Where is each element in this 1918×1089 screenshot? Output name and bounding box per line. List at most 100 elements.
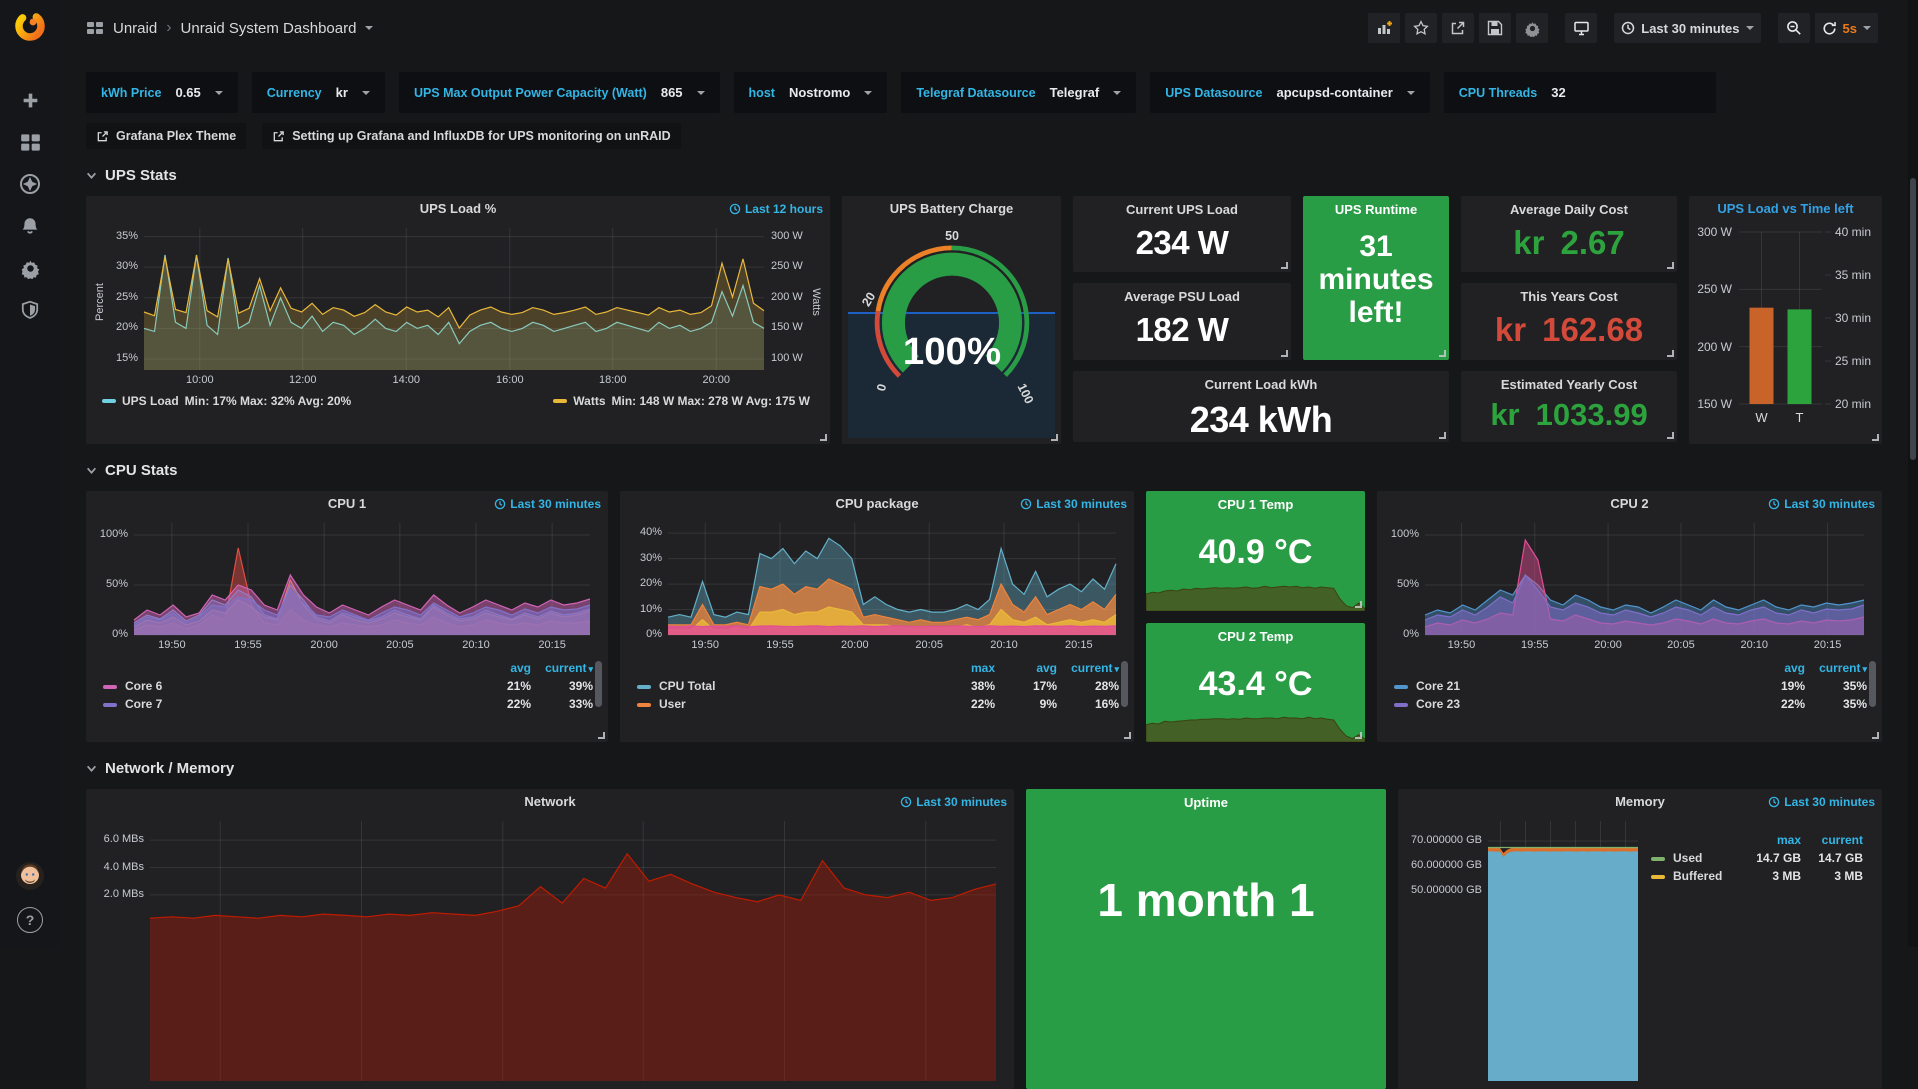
legend-scrollbar[interactable]	[595, 661, 602, 707]
legend-scrollbar[interactable]	[1869, 661, 1876, 707]
dashboard-link[interactable]: Grafana Plex Theme	[86, 123, 246, 149]
network-chart[interactable]: 6.0 MBs4.0 MBs2.0 MBs	[94, 815, 1006, 1081]
variable-currency[interactable]: Currencykr	[252, 72, 385, 113]
variable-ups-max-output-power-capacity-watt-[interactable]: UPS Max Output Power Capacity (Watt)865	[399, 72, 720, 113]
variable-value[interactable]: kr	[336, 85, 348, 100]
cpu-package-chart[interactable]: 40%30%20%10%0%19:5019:5520:0020:0520:102…	[628, 517, 1126, 657]
variable-value[interactable]: Telegraf	[1050, 85, 1100, 100]
panel-title[interactable]: UPS Battery Charge	[890, 201, 1014, 216]
panel-resize-handle[interactable]	[1281, 262, 1288, 269]
variable-value[interactable]: 865	[661, 85, 683, 100]
shield-icon[interactable]	[18, 298, 42, 322]
variable-telegraf-datasource[interactable]: Telegraf DatasourceTelegraf	[901, 72, 1136, 113]
panel-time-range[interactable]: Last 30 minutes	[1768, 491, 1875, 517]
legend-series[interactable]: Buffered	[1646, 867, 1744, 885]
add-panel-button[interactable]	[1368, 13, 1400, 43]
panel-resize-handle[interactable]	[1355, 601, 1362, 608]
chevron-down-icon[interactable]	[365, 26, 373, 30]
refresh-button[interactable]: 5s	[1815, 13, 1878, 43]
legend-sort-header[interactable]: avg	[1000, 659, 1062, 677]
create-icon[interactable]	[18, 88, 42, 112]
section-ups-stats[interactable]: UPS Stats	[86, 167, 1882, 184]
panel-title[interactable]: UPS Load vs Time left	[1717, 201, 1853, 216]
variable-kwh-price[interactable]: kWh Price0.65	[86, 72, 238, 113]
variable-host[interactable]: hostNostromo	[734, 72, 888, 113]
panel-resize-handle[interactable]	[598, 732, 605, 739]
panel-resize-handle[interactable]	[1667, 350, 1674, 357]
explore-icon[interactable]	[18, 172, 42, 196]
legend-sort-header[interactable]: current▾	[1062, 659, 1124, 677]
legend-series[interactable]: CPU Total	[632, 677, 938, 695]
variable-value[interactable]: Nostromo	[789, 85, 850, 100]
share-button[interactable]	[1442, 13, 1474, 43]
panel-resize-handle[interactable]	[1439, 350, 1446, 357]
ups-load-chart[interactable]: 35%300 W30%250 W25%200 W20%150 W15%100 W…	[98, 222, 816, 392]
ups-bars-chart[interactable]: 300 W250 W200 W150 W40 min35 min30 min25…	[1691, 222, 1880, 428]
panel-title[interactable]: CPU 2	[1610, 496, 1648, 511]
panel-resize-handle[interactable]	[1051, 434, 1058, 441]
legend-series[interactable]: Core 7	[98, 695, 474, 713]
legend-sort-header[interactable]: avg	[1748, 659, 1810, 677]
scrollbar-thumb[interactable]	[1910, 178, 1916, 460]
breadcrumb-root[interactable]: Unraid	[113, 20, 157, 37]
panel-time-range[interactable]: Last 12 hours	[729, 196, 823, 222]
variable-ups-datasource[interactable]: UPS Datasourceapcupsd-container	[1150, 72, 1430, 113]
panel-title[interactable]: Network	[524, 794, 575, 809]
panel-time-range[interactable]: Last 30 minutes	[494, 491, 601, 517]
legend-sort-header[interactable]: current▾	[1810, 659, 1872, 677]
legend-series[interactable]: User	[632, 695, 938, 713]
time-range-picker[interactable]: Last 30 minutes	[1614, 13, 1760, 43]
panel-title[interactable]: Memory	[1615, 794, 1665, 809]
section-cpu-stats[interactable]: CPU Stats	[86, 462, 1882, 479]
zoom-out-button[interactable]	[1778, 13, 1810, 43]
cycle-view-button[interactable]	[1565, 13, 1597, 43]
panel-resize-handle[interactable]	[1667, 432, 1674, 439]
panel-resize-handle[interactable]	[1872, 732, 1879, 739]
variable-value[interactable]: 0.65	[175, 85, 200, 100]
settings-button[interactable]	[1516, 13, 1548, 43]
panel-time-range[interactable]: Last 30 minutes	[900, 789, 1007, 815]
variable-value[interactable]: apcupsd-container	[1276, 85, 1392, 100]
dashboards-icon[interactable]	[18, 130, 42, 154]
legend-entry[interactable]: UPS LoadMin: 17% Max: 32% Avg: 20%	[102, 394, 351, 408]
panel-ups-battery-charge: UPS Battery Charge 50 20 0 100 100%	[842, 196, 1061, 444]
help-icon[interactable]: ?	[17, 907, 43, 933]
legend-sort-header[interactable]: current	[1806, 831, 1868, 849]
legend-sort-header[interactable]: current▾	[536, 659, 598, 677]
star-button[interactable]	[1405, 13, 1437, 43]
panel-resize-handle[interactable]	[1439, 432, 1446, 439]
variable-value[interactable]: 32	[1551, 85, 1701, 100]
legend-sort-header[interactable]: max	[938, 659, 1000, 677]
breadcrumb-current[interactable]: Unraid System Dashboard	[181, 20, 357, 37]
panel-resize-handle[interactable]	[1355, 732, 1362, 739]
panel-time-range[interactable]: Last 30 minutes	[1768, 789, 1875, 815]
legend-series[interactable]: Used	[1646, 849, 1744, 867]
stat-value: 31 minutes left!	[1314, 230, 1438, 329]
dashboard-link[interactable]: Setting up Grafana and InfluxDB for UPS …	[262, 123, 680, 149]
configuration-icon[interactable]	[18, 256, 42, 280]
alerting-icon[interactable]	[18, 214, 42, 238]
cpu2-chart[interactable]: 100%50%0%19:5019:5520:0020:0520:1020:15	[1385, 517, 1874, 657]
legend-scrollbar[interactable]	[1121, 661, 1128, 707]
legend-sort-header[interactable]: max	[1744, 831, 1806, 849]
legend-sort-header[interactable]: avg	[474, 659, 536, 677]
panel-resize-handle[interactable]	[1667, 262, 1674, 269]
panel-resize-handle[interactable]	[1281, 350, 1288, 357]
cpu1-chart[interactable]: 100%50%0%19:5019:5520:0020:0520:1020:15	[94, 517, 600, 657]
memory-chart[interactable]: 70.000000 GB60.000000 GB50.000000 GB	[1398, 815, 1646, 1081]
panel-title[interactable]: CPU 1	[328, 496, 366, 511]
grafana-logo-icon[interactable]	[13, 9, 47, 43]
panel-resize-handle[interactable]	[1872, 434, 1879, 441]
panel-title[interactable]: UPS Load %	[420, 201, 497, 216]
section-network-memory[interactable]: Network / Memory	[86, 760, 1882, 777]
panel-title[interactable]: CPU package	[835, 496, 918, 511]
avatar[interactable]	[15, 861, 45, 891]
panel-resize-handle[interactable]	[820, 434, 827, 441]
panel-resize-handle[interactable]	[1124, 732, 1131, 739]
legend-entry[interactable]: WattsMin: 148 W Max: 278 W Avg: 175 W	[553, 394, 810, 408]
variable-cpu-threads[interactable]: CPU Threads32	[1444, 72, 1717, 113]
legend-series[interactable]: Core 21	[1389, 677, 1748, 695]
save-button[interactable]	[1479, 13, 1511, 43]
legend-series[interactable]: Core 23	[1389, 695, 1748, 713]
legend-series[interactable]: Core 6	[98, 677, 474, 695]
